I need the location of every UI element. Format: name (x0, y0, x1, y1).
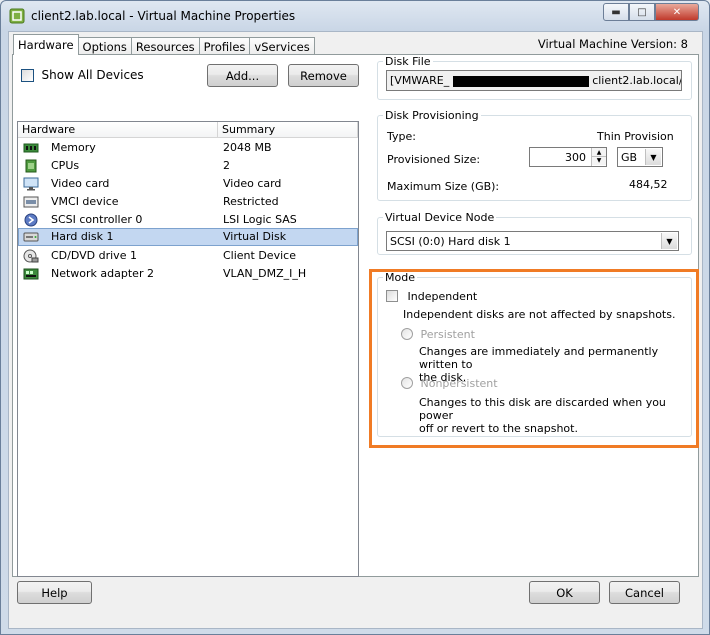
device-summary: 2048 MB (223, 141, 272, 154)
persistent-desc-line-1: Changes are immediately and permanently … (419, 345, 659, 371)
independent-note: Independent disks are not affected by sn… (403, 308, 676, 321)
monitor-icon (23, 177, 39, 191)
column-header-hardware[interactable]: Hardware (18, 122, 218, 138)
virtual-device-node-legend: Virtual Device Node (385, 211, 495, 224)
device-summary: Client Device (223, 249, 296, 262)
device-summary: Restricted (223, 195, 279, 208)
tab-options[interactable]: Options (77, 37, 132, 55)
tab-hardware[interactable]: Hardware (13, 34, 79, 55)
device-name: Memory (51, 141, 96, 154)
type-value: Thin Provision (597, 130, 674, 143)
disk-provisioning-legend: Disk Provisioning (385, 109, 479, 122)
independent-row[interactable]: Independent (386, 289, 477, 303)
nonpersistent-desc-line-2: off or revert to the snapshot. (419, 422, 578, 435)
persistent-radio[interactable] (401, 328, 413, 340)
show-all-devices-checkbox[interactable] (21, 68, 34, 82)
device-row-memory[interactable]: Memory 2048 MB (18, 139, 358, 157)
cpu-icon (25, 159, 37, 173)
disk-file-legend: Disk File (385, 55, 431, 68)
scsi-icon (24, 213, 38, 227)
nonpersistent-desc-line-1: Changes to this disk are discarded when … (419, 396, 666, 422)
provisioned-size-input[interactable]: 300 ▲ ▼ (529, 147, 607, 167)
vm-version-label: Virtual Machine Version: 8 (537, 37, 688, 51)
device-name: Hard disk 1 (51, 230, 114, 243)
device-list-header: Hardware Summary (18, 122, 358, 138)
virtual-device-node-value: SCSI (0:0) Hard disk 1 (390, 235, 511, 248)
disk-file-path: client2.lab.local/clien (592, 74, 681, 87)
device-row-scsi-controller[interactable]: SCSI controller 0 LSI Logic SAS (18, 211, 358, 229)
device-list: Hardware Summary Memory 2048 MB CPUs 2 V… (17, 121, 359, 577)
independent-checkbox[interactable] (386, 290, 398, 302)
dialog-body: Hardware Options Resources Profiles vSer… (8, 31, 703, 629)
network-adapter-icon (23, 268, 39, 280)
show-all-devices-label: Show All Devices (41, 68, 144, 82)
window-title: client2.lab.local - Virtual Machine Prop… (31, 9, 296, 23)
memory-icon (23, 143, 39, 153)
chevron-down-icon[interactable]: ▼ (645, 149, 661, 165)
cancel-button[interactable]: Cancel (609, 581, 680, 604)
ok-button[interactable]: OK (529, 581, 600, 604)
nonpersistent-radio[interactable] (401, 377, 413, 389)
size-unit-select[interactable]: GB ▼ (617, 147, 663, 167)
size-unit-value: GB (621, 151, 638, 164)
remove-device-button[interactable]: Remove (288, 64, 359, 87)
cd-drive-icon (23, 249, 39, 263)
vm-properties-icon (9, 8, 25, 24)
device-summary: 2 (223, 159, 230, 172)
maximize-button[interactable]: □ (629, 3, 655, 21)
redacted-block (452, 75, 589, 87)
properties-window: client2.lab.local - Virtual Machine Prop… (0, 0, 710, 635)
device-name: SCSI controller 0 (51, 213, 143, 226)
vmci-icon (23, 196, 39, 208)
hardware-panel: Show All Devices Add... Remove Hardware … (12, 54, 699, 577)
show-all-devices-row[interactable]: Show All Devices (21, 68, 144, 82)
disk-file-field[interactable]: [VMWARE_ client2.lab.local/clien (386, 70, 682, 91)
provisioned-size-value: 300 (565, 151, 586, 164)
device-summary: VLAN_DMZ_I_H (223, 267, 307, 280)
column-header-summary[interactable]: Summary (218, 122, 358, 138)
type-label: Type: (387, 130, 416, 143)
device-name: CPUs (51, 159, 80, 172)
device-name: VMCI device (51, 195, 119, 208)
independent-label: Independent (407, 289, 478, 303)
minimize-button[interactable]: ▬ (603, 3, 629, 21)
chevron-down-icon[interactable]: ▼ (661, 233, 677, 249)
device-row-cpus[interactable]: CPUs 2 (18, 157, 358, 175)
close-button[interactable]: ✕ (655, 3, 699, 21)
persistent-option[interactable]: Persistent (401, 328, 475, 343)
title-bar: client2.lab.local - Virtual Machine Prop… (1, 1, 709, 31)
device-summary: Virtual Disk (223, 230, 287, 243)
disk-file-prefix: [VMWARE_ (390, 74, 450, 87)
tab-resources[interactable]: Resources (130, 37, 200, 55)
persistent-label: Persistent (420, 328, 475, 341)
device-name: Network adapter 2 (51, 267, 154, 280)
device-row-network-adapter[interactable]: Network adapter 2 VLAN_DMZ_I_H (18, 265, 358, 283)
device-summary: Video card (223, 177, 282, 190)
nonpersistent-label: Nonpersistent (420, 377, 498, 390)
device-row-hard-disk[interactable]: Hard disk 1 Virtual Disk (18, 228, 358, 246)
tab-vservices[interactable]: vServices (249, 37, 315, 55)
nonpersistent-description: Changes to this disk are discarded when … (419, 396, 698, 435)
max-size-value: 484,52 (629, 178, 668, 191)
device-name: CD/DVD drive 1 (51, 249, 137, 262)
size-spinner[interactable]: ▲ ▼ (591, 148, 606, 166)
device-summary: LSI Logic SAS (223, 213, 297, 226)
max-size-label: Maximum Size (GB): (387, 180, 500, 193)
device-row-video-card[interactable]: Video card Video card (18, 175, 358, 193)
hard-disk-icon (23, 232, 39, 242)
mode-legend: Mode (385, 271, 415, 284)
device-row-vmci[interactable]: VMCI device Restricted (18, 193, 358, 211)
device-name: Video card (51, 177, 110, 190)
add-device-button[interactable]: Add... (207, 64, 278, 87)
provisioned-size-label: Provisioned Size: (387, 153, 481, 166)
tab-profiles[interactable]: Profiles (198, 37, 251, 55)
nonpersistent-option[interactable]: Nonpersistent (401, 377, 498, 392)
help-button[interactable]: Help (17, 581, 92, 604)
tab-bar: Hardware Options Resources Profiles vSer… (13, 34, 315, 55)
virtual-device-node-select[interactable]: SCSI (0:0) Hard disk 1 ▼ (386, 231, 679, 251)
spin-down-icon[interactable]: ▼ (592, 157, 606, 165)
spin-up-icon[interactable]: ▲ (592, 148, 606, 157)
device-row-cd-dvd[interactable]: CD/DVD drive 1 Client Device (18, 247, 358, 265)
